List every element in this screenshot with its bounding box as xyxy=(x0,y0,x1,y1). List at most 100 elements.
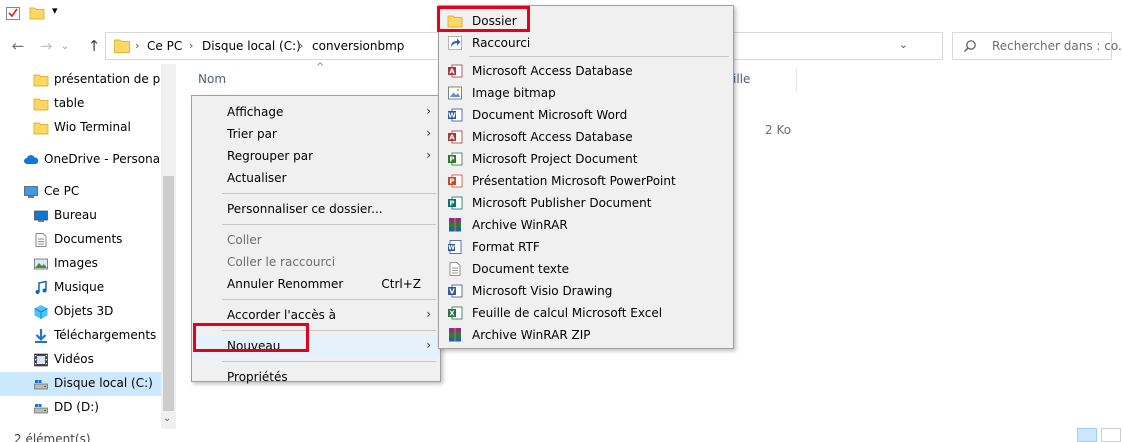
menu-item-label: Document texte xyxy=(472,262,570,276)
menu-item-label: Propriétés xyxy=(227,370,288,384)
publisher-icon: P xyxy=(447,195,463,211)
menu-item-annuler-renommer[interactable]: Annuler Renommer Ctrl+Z xyxy=(193,273,439,295)
access-icon: A xyxy=(447,129,463,145)
menu-item-accorder-l-acces-a[interactable]: Accorder l'accès à › xyxy=(193,304,439,326)
sidebar-item-images[interactable]: Images xyxy=(0,252,161,276)
breadcrumb-separator[interactable]: › xyxy=(135,39,139,52)
status-item-count: 2 élément(s) xyxy=(14,432,91,442)
folder-icon xyxy=(33,120,49,136)
sidebar-item-label: Wio Terminal xyxy=(54,120,131,134)
breadcrumb-separator[interactable]: › xyxy=(189,39,193,52)
sidebar-item-documents[interactable]: Documents xyxy=(0,228,161,252)
details-view-button[interactable] xyxy=(1077,428,1097,442)
new-item-microsoft-visio-drawing[interactable]: V Microsoft Visio Drawing xyxy=(440,280,732,302)
folder-icon xyxy=(33,72,49,88)
menu-item-label: Microsoft Visio Drawing xyxy=(472,284,613,298)
chevron-right-icon: › xyxy=(426,104,431,118)
menu-item-label: Document Microsoft Word xyxy=(472,108,628,122)
menu-item-label: Coller le raccourci xyxy=(227,255,336,269)
new-item-dossier[interactable]: Dossier xyxy=(440,10,732,32)
up-button[interactable]: ↑ xyxy=(84,36,104,56)
back-button[interactable]: ← xyxy=(8,36,28,56)
column-header-size[interactable]: ille xyxy=(733,72,750,90)
svg-text:A: A xyxy=(449,134,455,142)
menu-item-personnaliser-ce-dossier[interactable]: Personnaliser ce dossier... xyxy=(193,198,439,220)
new-item-microsoft-access-database[interactable]: A Microsoft Access Database xyxy=(440,126,732,148)
menu-item-regrouper-par[interactable]: Regrouper par › xyxy=(193,145,439,167)
file-size-value: 2 Ko xyxy=(765,123,792,137)
svg-text:P: P xyxy=(449,156,454,164)
cube-icon xyxy=(33,304,49,320)
sidebar-item-table[interactable]: table xyxy=(0,92,161,116)
new-item-image-bitmap[interactable]: Image bitmap xyxy=(440,82,732,104)
music-icon xyxy=(33,280,49,296)
sidebar-item-label: Vidéos xyxy=(54,352,94,366)
project-icon: P xyxy=(447,151,463,167)
quick-access-dropdown[interactable]: ▾ xyxy=(52,4,58,17)
sidebar-item-dd-d[interactable]: DD (D:) xyxy=(0,396,161,420)
drive-icon xyxy=(33,400,49,416)
menu-item-affichage[interactable]: Affichage › xyxy=(193,101,439,123)
scroll-down-arrow[interactable]: ⌄ xyxy=(163,413,171,424)
large-icons-view-button[interactable] xyxy=(1101,428,1121,442)
breadcrumb-separator[interactable]: › xyxy=(299,39,303,52)
properties-checkmark-icon[interactable] xyxy=(5,5,21,21)
sidebar-item-label: Téléchargements xyxy=(54,328,157,342)
menu-item-trier-par[interactable]: Trier par › xyxy=(193,123,439,145)
folder-icon xyxy=(33,96,49,112)
scrollbar-thumb[interactable] xyxy=(163,176,174,411)
menu-item-label: Coller xyxy=(227,233,262,247)
folder-icon xyxy=(447,13,463,29)
new-item-archive-winrar-zip[interactable]: Archive WinRAR ZIP xyxy=(440,324,732,346)
sidebar-item-telechargements[interactable]: Téléchargements xyxy=(0,324,161,348)
new-item-archive-winrar[interactable]: Archive WinRAR xyxy=(440,214,732,236)
address-history-dropdown[interactable]: ⌄ xyxy=(899,38,908,51)
breadcrumb-ce-pc[interactable]: Ce PC xyxy=(147,39,182,53)
new-item-microsoft-publisher-document[interactable]: P Microsoft Publisher Document xyxy=(440,192,732,214)
sidebar-item-disque-local-c[interactable]: Disque local (C:) xyxy=(0,372,161,396)
new-item-microsoft-access-database[interactable]: A Microsoft Access Database xyxy=(440,60,732,82)
menu-item-coller: Coller xyxy=(193,229,439,251)
new-item-raccourci[interactable]: Raccourci xyxy=(440,32,732,54)
new-item-document-microsoft-word[interactable]: W Document Microsoft Word xyxy=(440,104,732,126)
new-item-microsoft-project-document[interactable]: P Microsoft Project Document xyxy=(440,148,732,170)
sidebar-item-onedrive-personal[interactable]: OneDrive - Personal xyxy=(0,148,161,172)
sidebar-item-videos[interactable]: Vidéos xyxy=(0,348,161,372)
cloud-icon xyxy=(23,152,39,168)
svg-text:P: P xyxy=(449,178,454,186)
sidebar-item-label: Objets 3D xyxy=(54,304,114,318)
sidebar-item-bureau[interactable]: Bureau xyxy=(0,204,161,228)
text-icon xyxy=(447,261,463,277)
new-item-presentation-microsoft-powerpoint[interactable]: P Présentation Microsoft PowerPoint xyxy=(440,170,732,192)
new-item-document-texte[interactable]: Document texte xyxy=(440,258,732,280)
new-folder-icon[interactable] xyxy=(29,5,45,21)
navigation-scrollbar[interactable]: ⌄ xyxy=(161,64,176,429)
sidebar-item-presentation-de-proc[interactable]: présentation de proc xyxy=(0,68,161,92)
column-divider[interactable] xyxy=(796,68,797,92)
menu-separator xyxy=(222,224,436,225)
menu-item-label: Annuler Renommer xyxy=(227,277,344,291)
desktop-icon xyxy=(33,208,49,224)
breadcrumb-disque-local[interactable]: Disque local (C:) xyxy=(202,39,301,53)
sidebar-item-wio-terminal[interactable]: Wio Terminal xyxy=(0,116,161,140)
winrar-icon xyxy=(447,217,463,233)
chevron-right-icon: › xyxy=(426,307,431,321)
sidebar-item-ce-pc[interactable]: Ce PC xyxy=(0,180,161,204)
menu-item-actualiser[interactable]: Actualiser xyxy=(193,167,439,189)
breadcrumb-conversionbmp[interactable]: conversionbmp xyxy=(312,39,404,53)
recent-locations-button[interactable]: ⌄ xyxy=(58,37,72,57)
forward-button[interactable]: → xyxy=(36,36,56,56)
search-box[interactable]: Rechercher dans : co... xyxy=(952,32,1123,60)
sidebar-item-objets-3d[interactable]: Objets 3D xyxy=(0,300,161,324)
menu-separator xyxy=(222,330,436,331)
menu-item-shortcut: Ctrl+Z xyxy=(381,277,421,291)
svg-text:W: W xyxy=(448,245,455,252)
column-header-name[interactable]: Nom xyxy=(198,72,226,90)
menu-item-nouveau[interactable]: Nouveau › xyxy=(193,335,439,357)
context-menu: Affichage › Trier par › Regrouper par › Actual… xyxy=(191,95,441,384)
new-item-format-rtf[interactable]: W Format RTF xyxy=(440,236,732,258)
menu-item-proprietes[interactable]: Propriétés xyxy=(193,366,439,388)
sidebar-item-musique[interactable]: Musique xyxy=(0,276,161,300)
menu-item-label: Affichage xyxy=(227,105,284,119)
new-item-feuille-de-calcul-microsoft-excel[interactable]: X Feuille de calcul Microsoft Excel xyxy=(440,302,732,324)
